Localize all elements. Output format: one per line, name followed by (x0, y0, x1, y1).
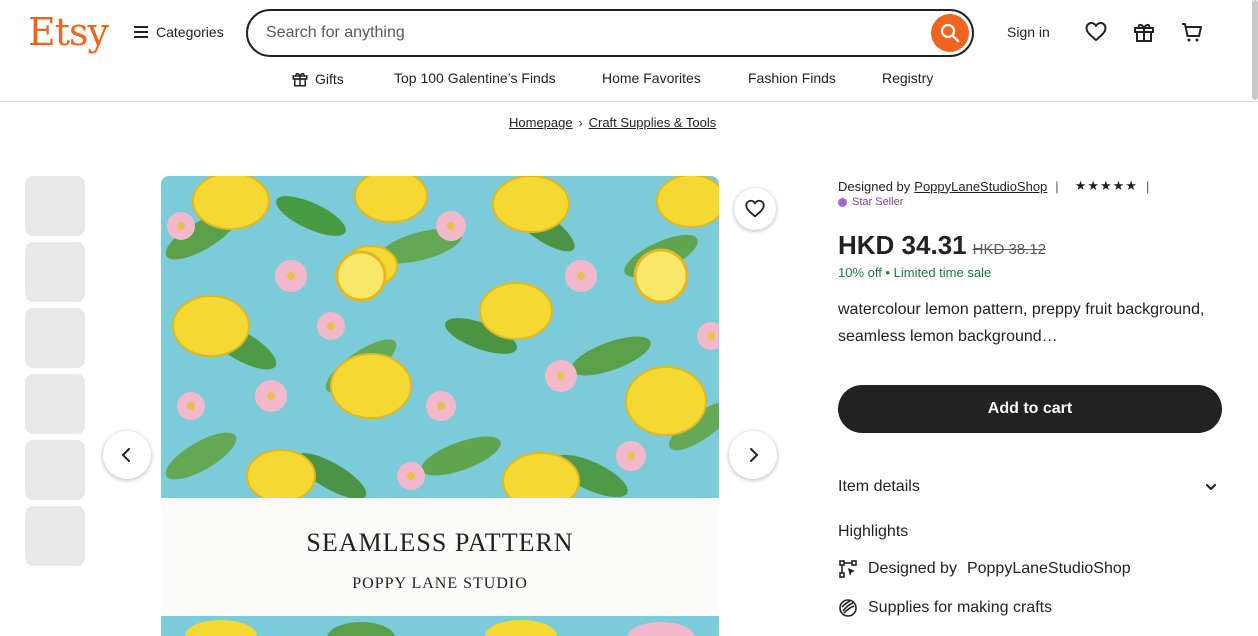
thumbnail[interactable] (25, 176, 85, 236)
search-bar (246, 9, 974, 57)
gift-icon[interactable] (1132, 20, 1156, 44)
bullet-separator: • (885, 265, 894, 280)
favorite-button[interactable] (734, 188, 776, 230)
search-input[interactable] (266, 21, 906, 45)
nav-item-fashion-finds[interactable]: Fashion Finds (748, 70, 836, 86)
item-details-label: Item details (838, 478, 920, 495)
heart-icon[interactable] (1084, 20, 1108, 44)
highlight-prefix: Designed by (868, 560, 957, 577)
product-title: watercolour lemon pattern, preppy fruit … (838, 301, 1205, 345)
nav-item-gifts[interactable]: Gifts (291, 70, 344, 88)
image-title: SEAMLESS PATTERN (306, 528, 574, 557)
price-row: HKD 34.31 HKD 38.12 (838, 230, 1046, 261)
discount-label: 10% off (838, 265, 882, 280)
nav-item-home-favorites[interactable]: Home Favorites (602, 70, 701, 86)
add-to-cart-button[interactable]: Add to cart (838, 385, 1222, 433)
original-price: HKD 38.12 (972, 241, 1046, 258)
designed-icon (839, 560, 857, 578)
thumbnail[interactable] (25, 308, 85, 368)
page-scrollbar[interactable] (1252, 0, 1258, 100)
nav-item-galentines[interactable]: Top 100 Galentine’s Finds (394, 70, 556, 86)
categories-label: Categories (156, 24, 224, 40)
designed-by-prefix: Designed by (838, 178, 911, 194)
chevron-left-icon (122, 448, 130, 462)
breadcrumb-craft-supplies[interactable]: Craft Supplies & Tools (589, 115, 717, 130)
designed-by-line: Designed by PoppyLaneStudioShop | ★★★★★ … (838, 178, 1153, 194)
image-subtitle: POPPY LANE STUDIO (352, 575, 528, 592)
supplies-icon (839, 599, 857, 617)
thumbnail[interactable] (25, 506, 85, 566)
current-price: HKD 34.31 (838, 230, 967, 260)
product-image[interactable]: SEAMLESS PATTERN POPPY LANE STUDIO (161, 176, 719, 636)
thumbnail[interactable] (25, 374, 85, 434)
sale-info: 10% off • Limited time sale (838, 265, 991, 280)
highlights-title: Highlights (838, 523, 909, 540)
menu-icon (134, 26, 148, 38)
chevron-right-icon: › (578, 115, 583, 130)
search-icon (940, 23, 960, 43)
item-details-toggle[interactable]: Item details (838, 478, 1218, 496)
cart-icon[interactable] (1180, 20, 1204, 44)
star-seller-icon (838, 197, 847, 207)
thumbnail[interactable] (25, 440, 85, 500)
star-seller-label: Star Seller (852, 196, 904, 208)
sale-note: Limited time sale (893, 265, 992, 280)
highlight-supplies: Supplies for making crafts (838, 598, 1052, 618)
image-title-paper (161, 498, 719, 618)
chevron-right-icon (750, 448, 758, 462)
chevron-down-icon (1205, 483, 1217, 491)
lemon-pattern-image (161, 176, 719, 506)
highlight-label: Supplies for making crafts (868, 599, 1053, 616)
categories-button[interactable]: Categories (134, 24, 224, 40)
breadcrumb-homepage[interactable]: Homepage (509, 115, 573, 130)
shop-name-link[interactable]: PoppyLaneStudioShop (914, 179, 1047, 194)
gift-icon (292, 72, 308, 87)
highlight-shop-name: PoppyLaneStudioShop (966, 560, 1131, 577)
nav-item-registry[interactable]: Registry (882, 70, 933, 86)
divider: | (1055, 178, 1059, 194)
sign-in-link[interactable]: Sign in (1007, 24, 1050, 40)
search-button[interactable] (931, 14, 969, 52)
star-seller-badge: Star Seller (838, 196, 903, 208)
previous-image-button[interactable] (103, 431, 151, 479)
etsy-logo[interactable]: Etsy (28, 10, 109, 54)
lemon-pattern-strip (161, 616, 719, 636)
site-header: Etsy Categories Sign in (0, 0, 1258, 102)
highlight-designed-by: Designed by PoppyLaneStudioShop (838, 559, 1131, 579)
top-nav: Gifts Top 100 Galentine’s Finds Home Fav… (0, 70, 1258, 90)
divider: | (1145, 178, 1150, 194)
thumbnail-list (25, 176, 85, 566)
thumbnail[interactable] (25, 242, 85, 302)
nav-label: Gifts (315, 71, 344, 87)
heart-icon (745, 199, 765, 218)
rating-stars[interactable]: ★★★★★ (1075, 178, 1138, 194)
next-image-button[interactable] (729, 431, 777, 479)
breadcrumb: Homepage › Craft Supplies & Tools (509, 115, 716, 130)
